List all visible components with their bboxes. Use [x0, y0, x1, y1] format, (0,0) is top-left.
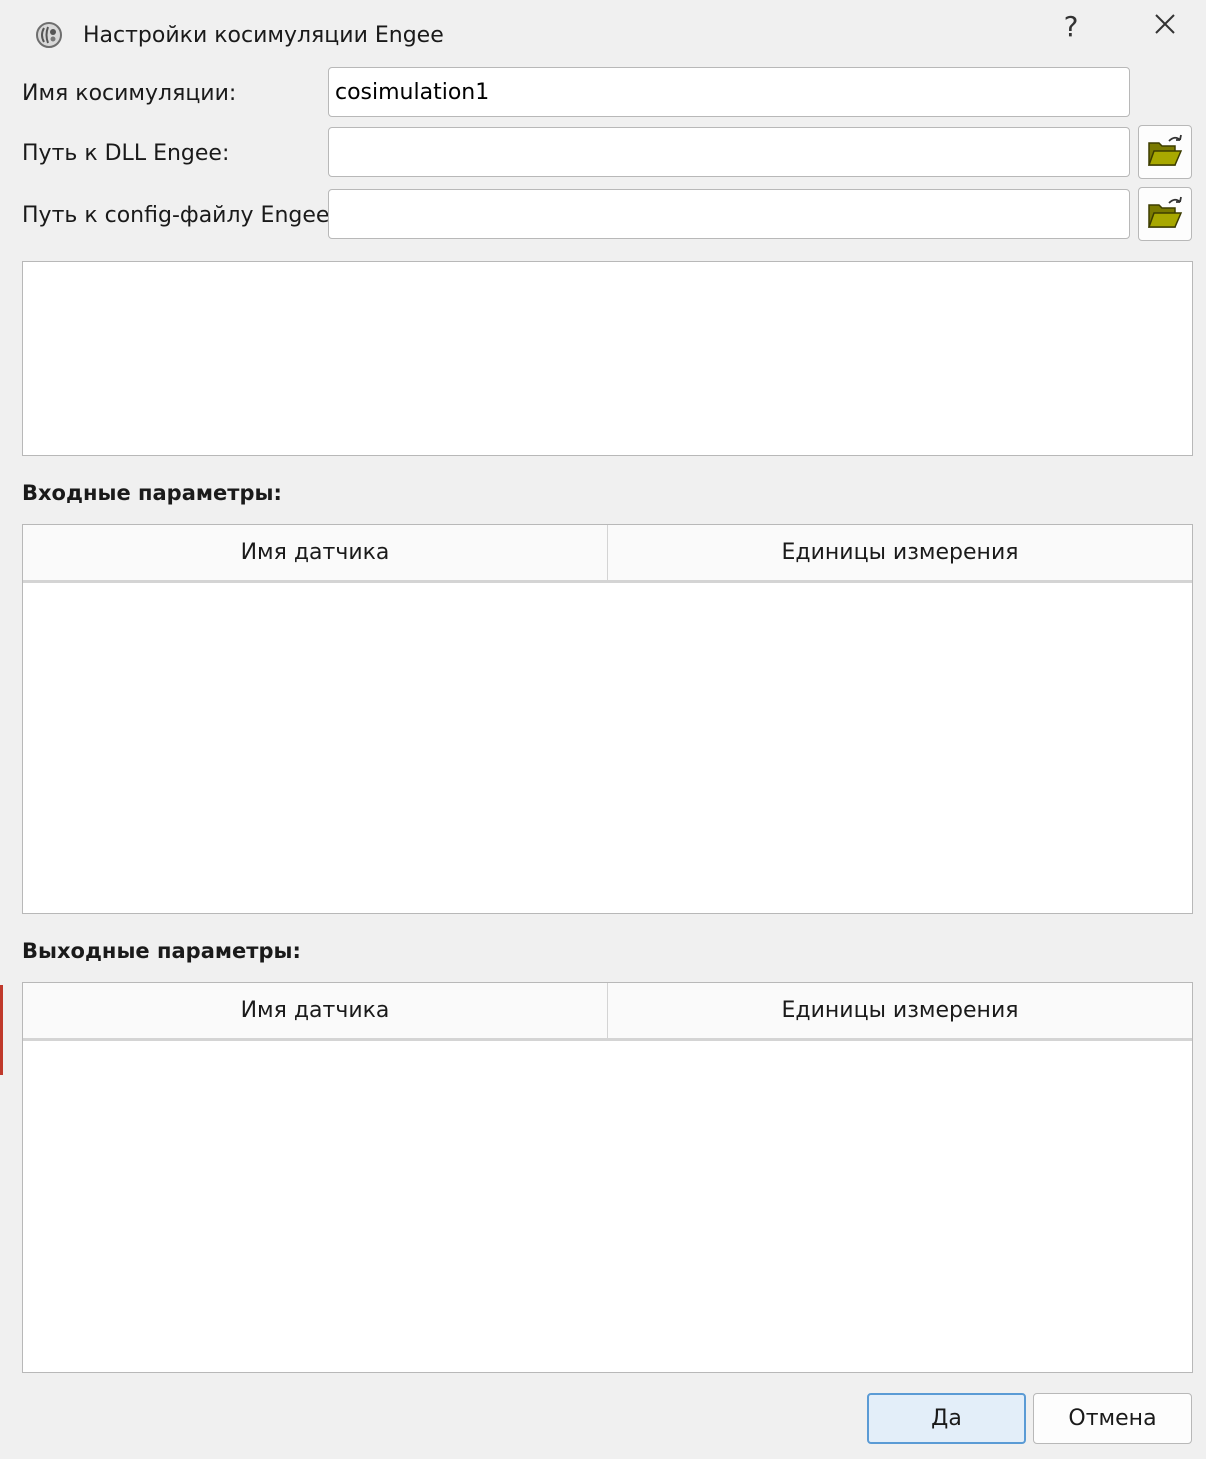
- input-parameters-table[interactable]: Имя датчика Единицы измерения: [22, 524, 1193, 914]
- cosimulation-name-input[interactable]: [328, 67, 1130, 117]
- browse-dll-button[interactable]: [1138, 125, 1192, 179]
- help-icon: ?: [1063, 9, 1079, 43]
- open-folder-icon: [1145, 133, 1185, 172]
- cancel-button[interactable]: Отмена: [1033, 1393, 1192, 1444]
- cosimulation-settings-dialog: Настройки косимуляции Engee ? Имя косиму…: [0, 0, 1206, 1459]
- output-parameters-label: Выходные параметры:: [22, 939, 301, 963]
- column-header-units[interactable]: Единицы измерения: [608, 525, 1192, 580]
- column-header-sensor-name[interactable]: Имя датчика: [23, 983, 608, 1038]
- close-button[interactable]: [1142, 6, 1188, 46]
- browse-config-button[interactable]: [1138, 187, 1192, 241]
- background-window-edge: [0, 985, 3, 1075]
- column-header-units[interactable]: Единицы измерения: [608, 983, 1192, 1038]
- dll-path-input[interactable]: [328, 127, 1130, 177]
- column-header-sensor-name[interactable]: Имя датчика: [23, 525, 608, 580]
- engee-app-icon: [34, 20, 64, 50]
- window-title: Настройки косимуляции Engee: [83, 23, 444, 48]
- config-path-input[interactable]: [328, 189, 1130, 239]
- info-text-area[interactable]: [22, 261, 1193, 456]
- cosimulation-name-label: Имя косимуляции:: [22, 81, 237, 106]
- dll-path-label: Путь к DLL Engee:: [22, 141, 230, 166]
- output-parameters-table[interactable]: Имя датчика Единицы измерения: [22, 982, 1193, 1373]
- title-bar: Настройки косимуляции Engee ?: [0, 0, 1206, 64]
- open-folder-icon: [1145, 195, 1185, 234]
- table-header: Имя датчика Единицы измерения: [23, 983, 1192, 1041]
- help-button[interactable]: ?: [1048, 6, 1094, 46]
- ok-button[interactable]: Да: [867, 1393, 1026, 1444]
- input-parameters-label: Входные параметры:: [22, 481, 282, 505]
- config-path-label: Путь к config-файлу Engee:: [22, 203, 337, 228]
- table-header: Имя датчика Единицы измерения: [23, 525, 1192, 583]
- close-icon: [1153, 12, 1177, 40]
